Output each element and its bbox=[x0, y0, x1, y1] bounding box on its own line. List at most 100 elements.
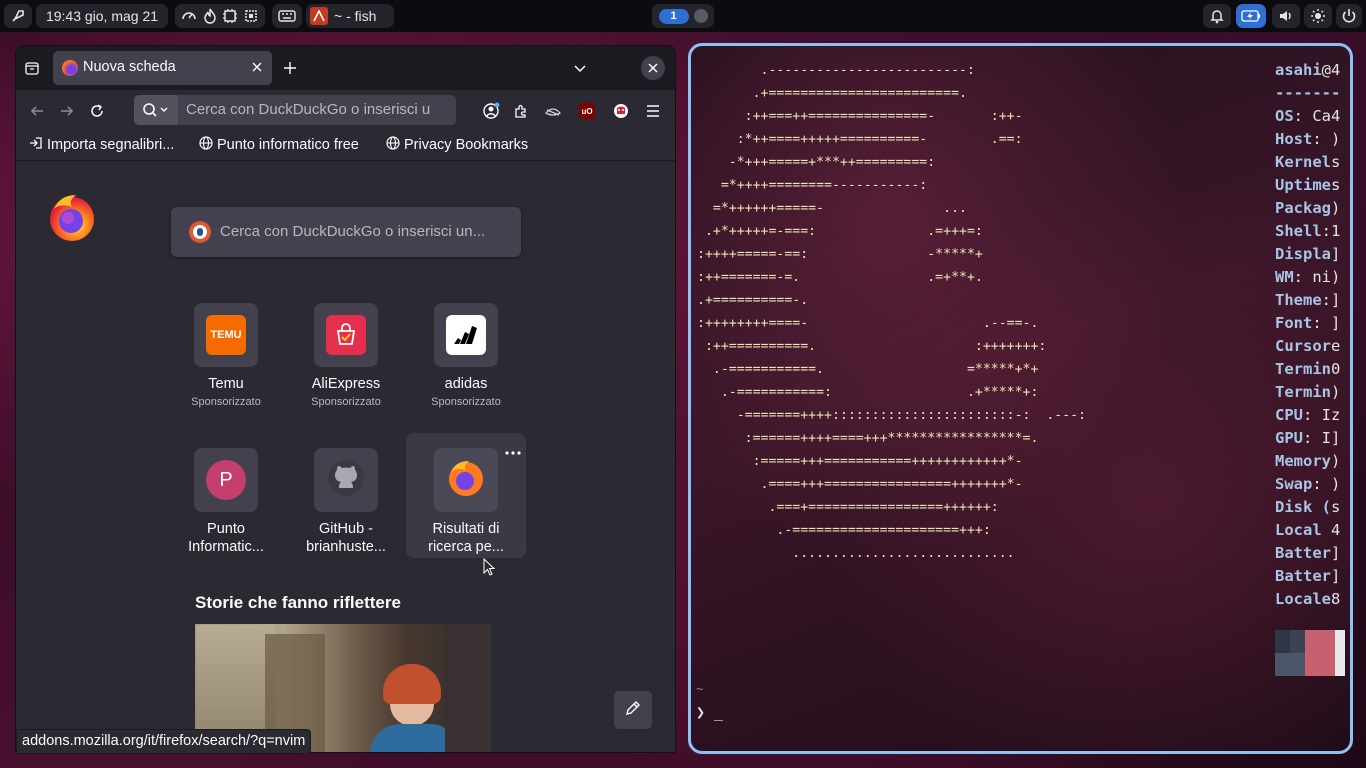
newtab-search-box[interactable]: Cerca con DuckDuckGo o inserisci un... bbox=[171, 207, 521, 257]
clock[interactable]: 19:43 gio, mag 21 bbox=[36, 4, 168, 28]
top-site-github[interactable]: GitHub - brianhuste... bbox=[286, 448, 406, 572]
fetch-key: Cursor bbox=[1275, 337, 1331, 355]
window-title: ~ - fish bbox=[334, 8, 377, 24]
terminal-window[interactable]: .-------------------------: .+==========… bbox=[688, 43, 1353, 754]
fetch-value: : Ca4 bbox=[1293, 107, 1341, 125]
fetch-value: ] bbox=[1331, 245, 1341, 263]
terminal-app-icon bbox=[310, 7, 328, 25]
menu-hamburger-icon[interactable] bbox=[642, 100, 664, 122]
fetch-key: Memory bbox=[1275, 452, 1331, 470]
system-monitor[interactable] bbox=[175, 4, 265, 28]
tab-bar: Nuova scheda bbox=[16, 46, 675, 90]
keyboard-icon[interactable] bbox=[272, 4, 302, 28]
fetch-value: : I] bbox=[1303, 429, 1341, 447]
fetch-info-line: Termin0 bbox=[1275, 358, 1350, 381]
top-site-tile[interactable] bbox=[314, 303, 378, 367]
top-site-tile[interactable]: P bbox=[194, 448, 258, 512]
fetch-key: GPU bbox=[1275, 429, 1303, 447]
fetch-info-line: Kernels bbox=[1275, 151, 1350, 174]
top-site-tile[interactable]: TEMU bbox=[194, 303, 258, 367]
fetch-key: Locale bbox=[1275, 590, 1331, 608]
top-site-tile[interactable] bbox=[434, 448, 498, 512]
fetch-value: : ni) bbox=[1293, 268, 1341, 286]
prompt-directory: ~ bbox=[696, 682, 704, 696]
fetch-value: :1 bbox=[1321, 222, 1341, 240]
top-site-punto-informatico[interactable]: P Punto Informatic... bbox=[166, 448, 286, 572]
fetch-value: s bbox=[1331, 153, 1341, 171]
account-icon[interactable] bbox=[480, 100, 502, 122]
sponsored-label: Sponsorizzato bbox=[311, 396, 381, 408]
fetch-value: @4 bbox=[1321, 61, 1341, 79]
workspaces[interactable]: 1 bbox=[652, 4, 714, 28]
memory-icon bbox=[222, 8, 238, 24]
fetch-key: Termin bbox=[1275, 360, 1331, 378]
top-site-risultati[interactable]: Risultati di ricerca pe... bbox=[406, 448, 526, 572]
fetch-value: ] bbox=[1331, 544, 1341, 562]
top-site-aliexpress[interactable]: AliExpress Sponsorizzato bbox=[286, 303, 406, 427]
bookmark-label: Importa segnalibri... bbox=[47, 137, 175, 153]
newtab-search-input[interactable]: Cerca con DuckDuckGo o inserisci un... bbox=[220, 223, 485, 240]
new-tab-page: Cerca con DuckDuckGo o inserisci un... T… bbox=[16, 161, 675, 752]
brightness-icon[interactable] bbox=[1304, 4, 1332, 28]
close-tab-icon[interactable] bbox=[250, 60, 264, 79]
fetch-info-line: Batter] bbox=[1275, 542, 1350, 565]
duckduckgo-icon bbox=[189, 221, 211, 243]
search-engine-icon[interactable] bbox=[134, 95, 178, 125]
fetch-key: OS bbox=[1275, 107, 1294, 125]
top-site-adidas[interactable]: adidas Sponsorizzato bbox=[406, 303, 526, 427]
top-site-tile[interactable] bbox=[434, 303, 498, 367]
firefox-view-icon[interactable] bbox=[20, 56, 44, 80]
temu-logo: TEMU bbox=[206, 315, 246, 355]
tab-nuova-scheda[interactable]: Nuova scheda bbox=[53, 51, 272, 85]
reload-icon[interactable] bbox=[86, 100, 108, 122]
ublock-origin-icon[interactable]: uO bbox=[576, 100, 598, 122]
fetch-value: e bbox=[1331, 337, 1341, 355]
fetch-info-line: Termin) bbox=[1275, 381, 1350, 404]
sponsored-label: Sponsorizzato bbox=[431, 396, 501, 408]
ad-extension-icon[interactable] bbox=[542, 100, 564, 122]
close-window-icon[interactable] bbox=[641, 56, 665, 80]
nav-bar: Cerca con DuckDuckGo o inserisci u uO bbox=[16, 90, 675, 130]
battery-charging-icon[interactable] bbox=[1236, 4, 1266, 28]
fetch-key: Disk ( bbox=[1275, 498, 1331, 516]
fetch-info-line: Font: ] bbox=[1275, 312, 1350, 335]
launcher-icon[interactable] bbox=[4, 4, 32, 28]
fetch-key: WM bbox=[1275, 268, 1294, 286]
bookmark-punto-informatico[interactable]: Punto informatico free bbox=[199, 134, 359, 156]
workspace-active[interactable]: 1 bbox=[658, 8, 689, 24]
workspace-empty[interactable] bbox=[693, 9, 708, 23]
extensions-icon[interactable] bbox=[510, 100, 532, 122]
fetch-key: Uptime bbox=[1275, 176, 1331, 194]
flame-icon bbox=[202, 8, 218, 24]
top-site-temu[interactable]: TEMU Temu Sponsorizzato bbox=[166, 303, 286, 427]
volume-icon[interactable] bbox=[1272, 4, 1300, 28]
top-site-tile[interactable] bbox=[314, 448, 378, 512]
fetch-info-line: Theme:] bbox=[1275, 289, 1350, 312]
bell-icon[interactable] bbox=[1203, 4, 1231, 28]
forward-icon[interactable] bbox=[56, 100, 78, 122]
top-site-title: Punto Informatic... bbox=[188, 521, 264, 555]
back-icon[interactable] bbox=[26, 100, 48, 122]
url-bar[interactable]: Cerca con DuckDuckGo o inserisci u bbox=[134, 95, 456, 125]
more-options-icon[interactable] bbox=[503, 446, 523, 460]
new-tab-plus-icon[interactable] bbox=[278, 56, 302, 80]
fetch-key: Font bbox=[1275, 314, 1313, 332]
top-site-title: Temu bbox=[208, 376, 244, 392]
edit-pencil-button[interactable] bbox=[614, 691, 652, 729]
command-prompt[interactable]: ❯ _ bbox=[696, 703, 723, 721]
fetch-key: Packag bbox=[1275, 199, 1331, 217]
globe-icon bbox=[199, 136, 217, 154]
fetch-value: : ) bbox=[1312, 475, 1341, 493]
ghostery-icon[interactable] bbox=[610, 100, 632, 122]
fetch-ascii-logo: .-------------------------: .+==========… bbox=[697, 63, 1087, 561]
import-icon bbox=[29, 136, 47, 154]
active-window[interactable]: ~ - fish bbox=[306, 4, 394, 28]
chevron-down-icon[interactable] bbox=[568, 56, 592, 80]
bookmark-privacy[interactable]: Privacy Bookmarks bbox=[386, 134, 528, 156]
fetch-value: : ] bbox=[1312, 314, 1341, 332]
power-icon[interactable] bbox=[1336, 4, 1362, 28]
bookmark-importa[interactable]: Importa segnalibri... bbox=[29, 134, 174, 156]
mouse-cursor-icon bbox=[483, 557, 496, 581]
url-input[interactable]: Cerca con DuckDuckGo o inserisci u bbox=[186, 101, 430, 118]
color-palette bbox=[1275, 630, 1347, 676]
